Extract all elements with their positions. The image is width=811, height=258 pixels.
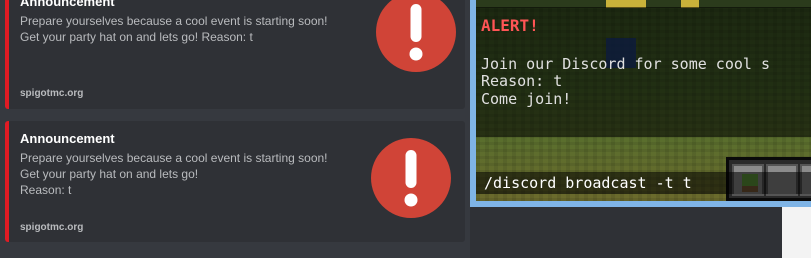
- chat-alert-title: ALERT!: [481, 16, 539, 35]
- embed-description-line: Prepare yourselves because a cool event …: [20, 151, 328, 165]
- chat-message-line: Join our Discord for some cool s: [481, 55, 770, 73]
- embed-title: Announcement: [20, 0, 115, 9]
- chat-message-line: Reason: t: [481, 72, 563, 90]
- alert-icon[interactable]: [371, 138, 451, 218]
- minecraft-window: ALERT! Join our Discord for some cool s …: [470, 0, 811, 207]
- embed-title: Announcement: [20, 131, 115, 146]
- side-panel: [782, 207, 811, 258]
- embed-description-line: Get your party hat on and lets go! Reaso…: [20, 30, 253, 44]
- chat-message-line: Come join!: [481, 90, 572, 108]
- embed-description: Prepare yourselves because a cool event …: [20, 150, 328, 198]
- embed-footer: spigotmc.org: [20, 222, 84, 233]
- discord-sidebar-edge: [470, 207, 811, 258]
- alert-icon[interactable]: [376, 0, 456, 72]
- minecraft-game-view: ALERT! Join our Discord for some cool s …: [476, 0, 811, 201]
- announcement-embed: Announcement Prepare yourselves because …: [5, 121, 465, 242]
- announcement-embed: Announcement Prepare yourselves because …: [5, 0, 465, 109]
- embed-footer: spigotmc.org: [20, 88, 84, 99]
- chat-input[interactable]: /discord broadcast -t t: [484, 174, 692, 192]
- embed-description: Prepare yourselves because a cool event …: [20, 13, 328, 45]
- embed-description-line: Prepare yourselves because a cool event …: [20, 14, 328, 28]
- discord-channel: Announcement Prepare yourselves because …: [0, 0, 470, 258]
- embed-description-line: Reason: t: [20, 183, 72, 197]
- embed-description-line: Get your party hat on and lets go!: [20, 167, 199, 181]
